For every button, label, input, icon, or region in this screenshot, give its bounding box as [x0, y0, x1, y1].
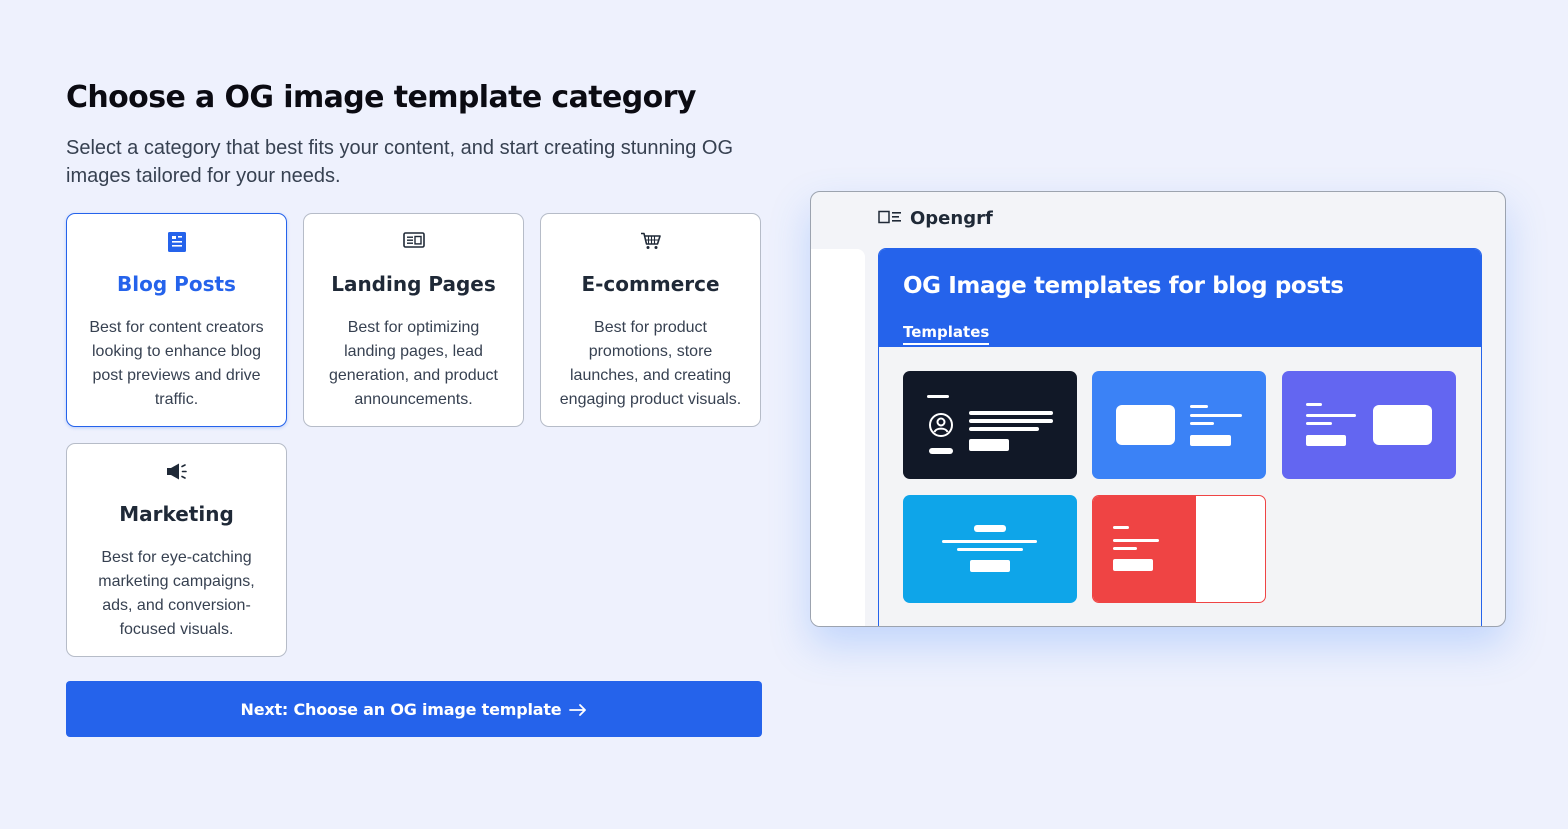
category-description: Best for content creators looking to enh… [89, 319, 264, 408]
arrow-right-icon [569, 699, 587, 719]
logo-icon [878, 209, 902, 228]
next-button-label: Next: Choose an OG image template [240, 699, 562, 719]
preview-panel: OG Image templates for blog posts Templa… [878, 248, 1482, 626]
template-thumbnail-red-split[interactable] [1092, 495, 1266, 603]
brand-name: Opengrf [910, 208, 993, 229]
template-thumbnail-blue[interactable] [1092, 371, 1266, 479]
template-thumbnail-dark[interactable] [903, 371, 1077, 479]
newspaper-icon [304, 232, 523, 252]
category-description: Best for eye-catching marketing campaign… [98, 549, 255, 638]
brand: Opengrf [878, 208, 993, 229]
cart-icon [541, 232, 760, 252]
category-card-e-commerce[interactable]: E-commerce Best for product promotions, … [540, 213, 761, 427]
page-title: Choose a OG image template category [66, 80, 696, 115]
template-preview-window: Opengrf OG Image templates for blog post… [810, 191, 1506, 627]
document-icon [67, 232, 286, 252]
user-circle-icon [928, 412, 954, 442]
next-button[interactable]: Next: Choose an OG image template [66, 681, 762, 737]
category-description: Best for optimizing landing pages, lead … [328, 319, 498, 408]
preview-panel-header: OG Image templates for blog posts Templa… [879, 249, 1481, 347]
category-title: Blog Posts [117, 272, 236, 296]
template-thumbnail-indigo[interactable] [1282, 371, 1456, 479]
category-card-marketing[interactable]: Marketing Best for eye-catching marketin… [66, 443, 287, 657]
template-thumbnail-sky[interactable] [903, 495, 1077, 603]
page: Choose a OG image template category Sele… [0, 0, 1568, 829]
category-title: Landing Pages [331, 272, 496, 296]
page-subtitle: Select a category that best fits your co… [66, 137, 734, 187]
category-title: Marketing [119, 502, 234, 526]
left-column: Choose a OG image template category Sele… [66, 78, 766, 190]
preview-panel-title: OG Image templates for blog posts [903, 273, 1344, 299]
category-card-blog-posts[interactable]: Blog Posts Best for content creators loo… [66, 213, 287, 427]
category-title: E-commerce [581, 272, 720, 296]
category-description: Best for product promotions, store launc… [559, 319, 742, 408]
preview-sidebar [811, 249, 865, 626]
category-card-landing-pages[interactable]: Landing Pages Best for optimizing landin… [303, 213, 524, 427]
megaphone-icon [67, 462, 286, 482]
tab-templates[interactable]: Templates [903, 323, 990, 345]
